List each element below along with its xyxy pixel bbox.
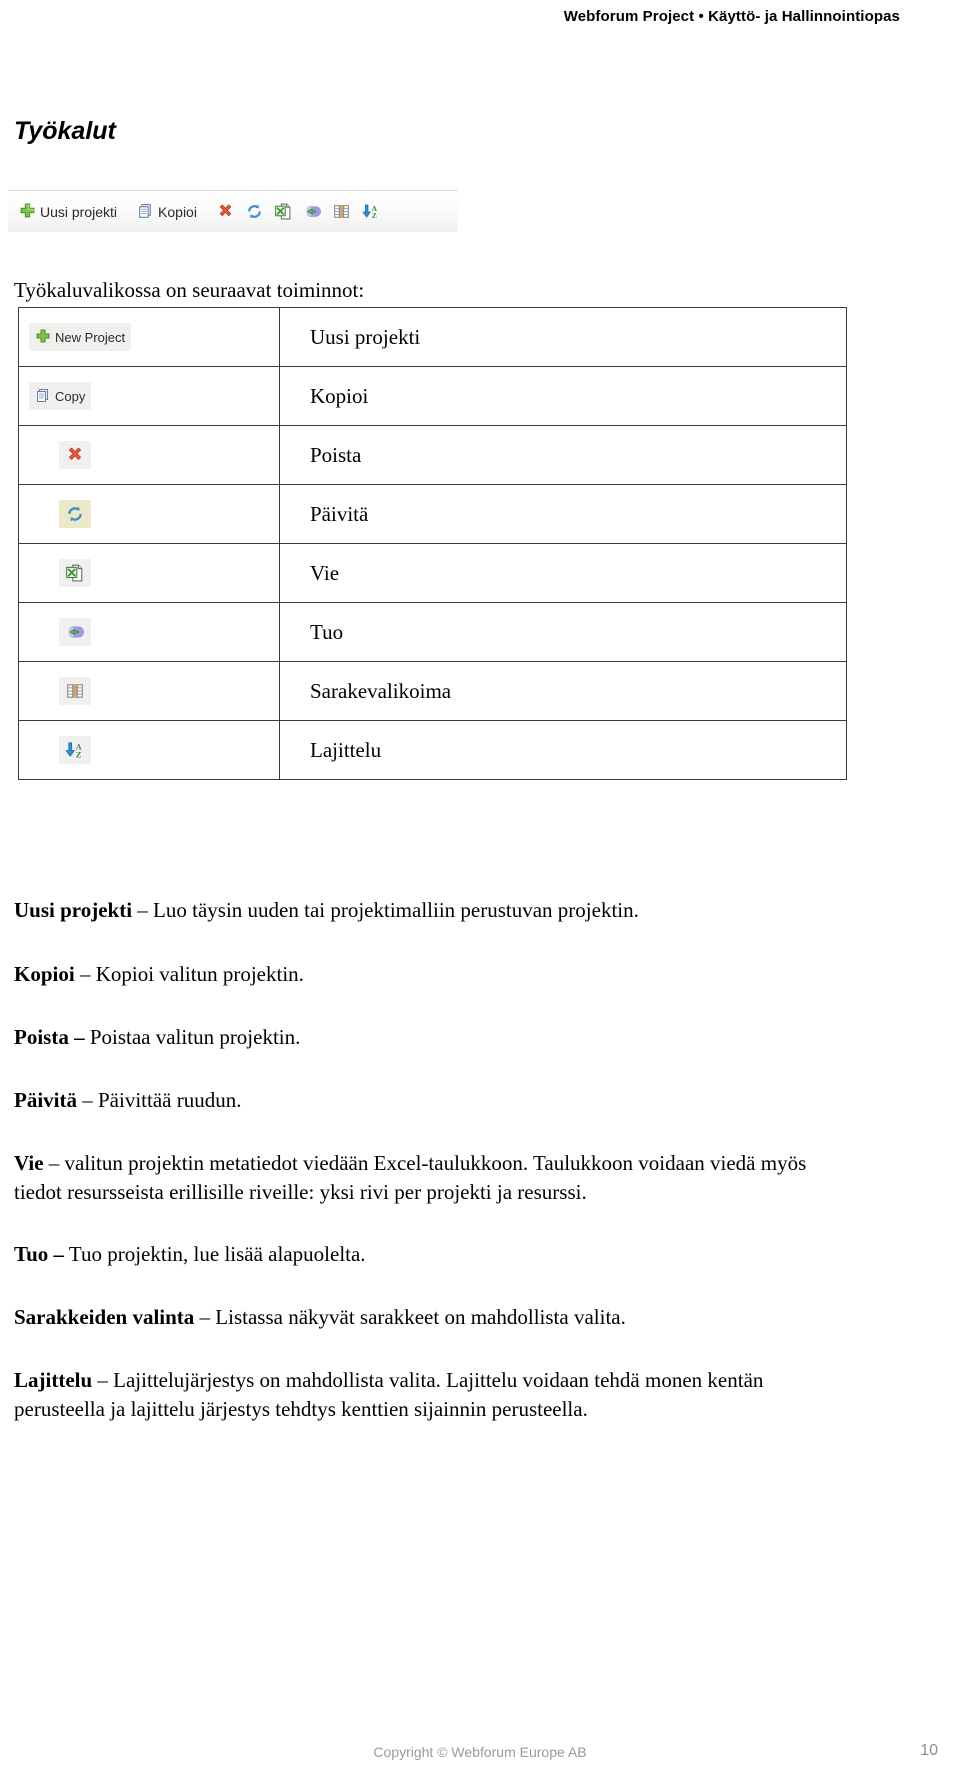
table-row: Päivitä [18,484,847,544]
plus-green-icon [35,329,51,345]
table-row: Poista [18,425,847,485]
table-cell-icon [18,661,280,721]
desc-poista: Poistaa valitun projektin. [84,1025,301,1049]
paragraph-vie: Vie – valitun projektin metatiedot viedä… [14,1149,826,1207]
table-cell-label: Tuo [279,602,847,662]
svg-text:Z: Z [76,750,82,759]
new-project-button-image[interactable]: New Project [29,323,132,351]
toolbar-button-copy[interactable]: Kopioi [132,197,202,227]
term-lajittelu: Lajittelu [14,1368,93,1392]
table-cell-label: Vie [279,543,847,603]
desc-vie: – valitun projektin metatiedot viedään E… [14,1151,807,1204]
table-cell-icon: New Project [18,307,280,367]
table-cell-label: Lajittelu [279,720,847,780]
import-button-image[interactable] [59,618,91,646]
columns-icon [333,203,350,220]
functions-table: New Project Uusi projekti Copy Kopioi Po… [18,307,847,780]
copy-icon [137,203,154,220]
term-paivita: Päivitä [14,1088,77,1112]
plus-green-icon [19,203,36,220]
table-cell-icon [18,602,280,662]
footer-copyright: Copyright © Webforum Europe AB [373,1744,587,1760]
chip-label: New Project [55,329,126,345]
page-title: Työkalut [14,117,116,145]
export-excel-icon [275,203,292,220]
toolbar-button-sort[interactable]: A Z [357,197,385,227]
table-cell-icon [18,484,280,544]
table-cell-label: Päivitä [279,484,847,544]
chip-label: Copy [55,388,86,404]
table-cell-label: Sarakevalikoima [279,661,847,721]
import-icon [66,623,84,641]
term-tuo: Tuo – [14,1242,65,1266]
desc-sarakkeiden-valinta: – Listassa näkyvät sarakkeet on mahdolli… [194,1305,626,1329]
running-head: Webforum Project • Käyttö- ja Hallinnoin… [563,8,900,25]
refresh-icon [246,203,263,220]
table-cell-label: Kopioi [279,366,847,426]
toolbar-button-export[interactable] [270,197,297,227]
toolbar-button-refresh[interactable] [241,197,268,227]
table-cell-label: Uusi projekti [279,307,847,367]
paragraph-paivita: Päivitä – Päivittää ruudun. [14,1086,834,1115]
table-row: A Z Lajittelu [18,720,847,780]
toolbar-label-new-project: Uusi projekti [40,203,118,220]
desc-uusi-projekti: – Luo täysin uuden tai projektimalliin p… [132,898,639,922]
desc-lajittelu: – Lajittelujärjestys on mahdollista vali… [14,1368,764,1421]
copy-button-image[interactable]: Copy [29,382,92,410]
table-cell-icon: A Z [18,720,280,780]
paragraph-tuo: Tuo – Tuo projektin, lue lisää alapuolel… [14,1240,834,1269]
svg-text:Z: Z [372,211,377,220]
delete-button-image[interactable] [59,441,91,469]
paragraph-lajittelu: Lajittelu – Lajittelujärjestys on mahdol… [14,1366,826,1424]
import-icon [304,203,321,220]
paragraph-sarakkeiden-valinta: Sarakkeiden valinta – Listassa näkyvät s… [14,1303,834,1332]
delete-x-icon [217,203,234,220]
term-sarakkeiden-valinta: Sarakkeiden valinta [14,1305,195,1329]
columns-button-image[interactable] [59,677,91,705]
columns-icon [66,682,84,700]
sort-az-icon: A Z [362,203,380,220]
toolbar-button-delete[interactable] [212,197,239,227]
term-vie: Vie [14,1151,44,1175]
paragraph-kopioi: Kopioi – Kopioi valitun projektin. [14,960,834,989]
desc-tuo: Tuo projektin, lue lisää alapuolelta. [64,1242,366,1266]
refresh-button-image[interactable] [59,500,91,528]
paragraph-poista: Poista – Poistaa valitun projektin. [14,1023,834,1052]
delete-x-icon [66,446,84,464]
table-row: Tuo [18,602,847,662]
toolbar-button-new-project[interactable]: Uusi projekti [14,197,122,227]
term-poista: Poista – [14,1025,85,1049]
copy-icon [35,388,51,404]
toolbar-button-columns[interactable] [328,197,355,227]
desc-kopioi: – Kopioi valitun projektin. [74,962,304,986]
export-excel-icon [66,564,84,582]
toolbar-label-copy: Kopioi [158,203,197,220]
term-uusi-projekti: Uusi projekti [14,898,133,922]
table-cell-label: Poista [279,425,847,485]
refresh-icon [66,505,84,523]
desc-paivita: – Päivittää ruudun. [77,1088,242,1112]
intro-text: Työkaluvalikossa on seuraavat toiminnot: [14,278,365,302]
table-cell-icon [18,425,280,485]
toolbar-button-import[interactable] [299,197,326,227]
table-cell-icon [18,543,280,603]
table-row: Vie [18,543,847,603]
table-row: New Project Uusi projekti [18,307,847,367]
table-row: Sarakevalikoima [18,661,847,721]
table-row: Copy Kopioi [18,366,847,426]
sort-az-icon: A Z [65,741,85,759]
paragraph-uusi-projekti: Uusi projekti – Luo täysin uuden tai pro… [14,896,834,925]
term-kopioi: Kopioi [14,962,75,986]
footer-page-number: 10 [920,1742,938,1759]
sort-button-image[interactable]: A Z [59,736,91,764]
toolbar-screenshot: Uusi projekti Kopioi A Z [8,190,458,232]
export-button-image[interactable] [59,559,91,587]
table-cell-icon: Copy [18,366,280,426]
